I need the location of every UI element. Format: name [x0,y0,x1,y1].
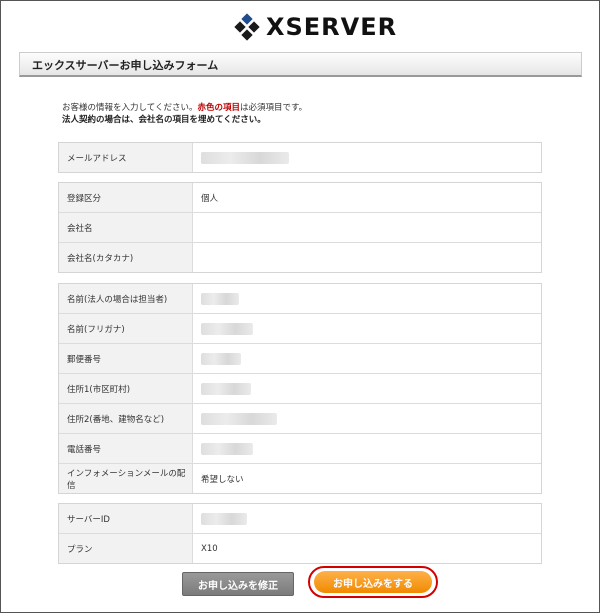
label-company-kana: 会社名(カタカナ) [59,243,193,272]
row-registration-type: 登録区分 個人 [59,183,541,212]
value-address-2 [193,404,541,433]
redacted-postal-code [201,352,241,365]
redacted-server-id [201,512,247,525]
row-server-id: サーバーID [59,504,541,533]
value-phone [193,434,541,463]
row-email: メールアドレス [59,143,541,172]
redacted-address-2 [201,412,277,425]
label-address-1: 住所1(市区町村) [59,374,193,403]
intro-line-2: 法人契約の場合は、会社名の項目を埋めてください。 [62,115,266,125]
redacted-name [201,292,239,305]
personal-info-group: 名前(法人の場合は担当者) 名前(フリガナ) 郵便番号 住所1(市区町村) 住所… [58,283,542,494]
company-group: 登録区分 個人 会社名 会社名(カタカナ) [58,182,542,273]
required-marker-text: 赤色の項目 [197,103,241,113]
redacted-address-1 [201,382,251,395]
label-postal-code: 郵便番号 [59,344,193,373]
server-group: サーバーID プラン X10 [58,503,542,564]
row-name-kana: 名前(フリガナ) [59,313,541,343]
form-title: エックスサーバーお申し込みフォーム [32,59,219,72]
label-phone: 電話番号 [59,434,193,463]
label-registration-type: 登録区分 [59,183,193,212]
value-plan: X10 [201,543,218,554]
label-company-name: 会社名 [59,213,193,242]
intro-text: お客様の情報を入力してください。赤色の項目は必須項目です。 法人契約の場合は、会… [62,102,307,126]
value-email [193,143,541,172]
value-name-kana [193,314,541,343]
value-info-mail: 希望しない [201,474,244,485]
redacted-phone [201,442,253,455]
email-group: メールアドレス [58,142,542,173]
value-company-kana [193,243,541,272]
value-postal-code [193,344,541,373]
submit-application-button[interactable]: お申し込みをする [314,571,432,593]
label-email: メールアドレス [59,143,193,172]
label-info-mail: インフォメーションメールの配信 [59,464,193,493]
row-phone: 電話番号 [59,433,541,463]
label-plan: プラン [59,534,193,563]
redacted-email [201,151,289,164]
intro-line-1: お客様の情報を入力してください。赤色の項目は必須項目です。 [62,102,307,114]
value-address-1 [193,374,541,403]
row-plan: プラン X10 [59,533,541,563]
value-name [193,284,541,313]
row-address-2: 住所2(番地、建物名など) [59,403,541,433]
form-title-bar: エックスサーバーお申し込みフォーム [19,52,582,77]
value-server-id [193,504,541,533]
value-registration-type: 個人 [201,193,219,204]
row-company-name: 会社名 [59,212,541,242]
edit-application-button[interactable]: お申し込みを修正 [182,572,294,596]
row-address-1: 住所1(市区町村) [59,373,541,403]
label-name: 名前(法人の場合は担当者) [59,284,193,313]
row-company-kana: 会社名(カタカナ) [59,242,541,272]
row-name: 名前(法人の場合は担当者) [59,284,541,313]
diamond-logo-icon [234,13,260,41]
xserver-logo: XSERVER [234,13,398,41]
value-company-name [193,213,541,242]
redacted-name-kana [201,322,253,335]
label-server-id: サーバーID [59,504,193,533]
logo-text: XSERVER [266,13,398,41]
label-name-kana: 名前(フリガナ) [59,314,193,343]
intro-line-1-after: は必須項目です。 [240,103,308,113]
label-address-2: 住所2(番地、建物名など) [59,404,193,433]
intro-line-1-before: お客様の情報を入力してください。 [62,103,198,113]
row-info-mail: インフォメーションメールの配信 希望しない [59,463,541,493]
row-postal-code: 郵便番号 [59,343,541,373]
